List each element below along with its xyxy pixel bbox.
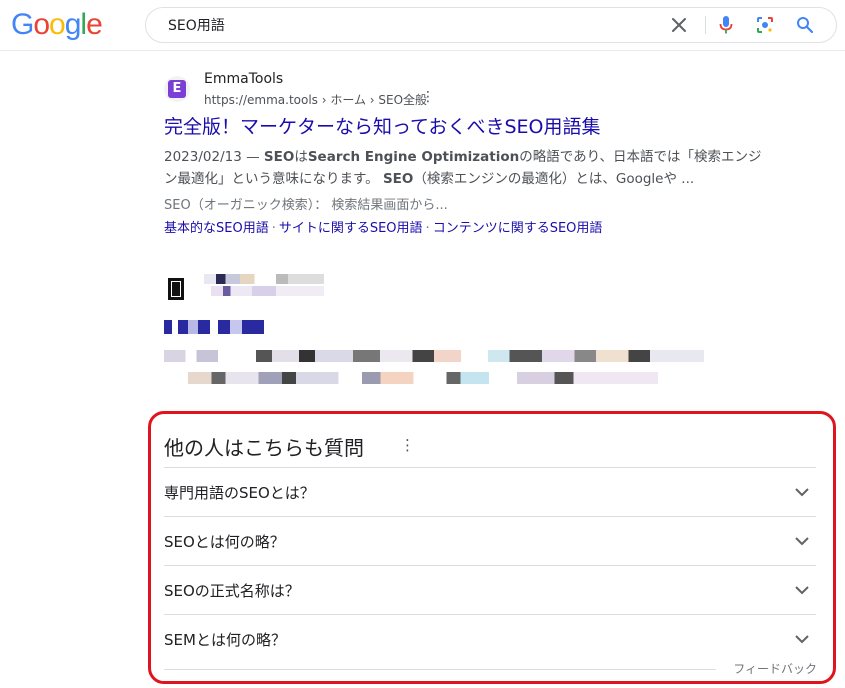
paa-divider [164,669,716,670]
chevron-down-icon [795,635,809,644]
snippet-bold: SEO [382,171,414,187]
header: Google [0,0,845,51]
result-snippet-extra: SEO（オーガニック検索）： 検索結果画面から... [164,198,448,213]
logo-letter: g [64,8,82,41]
sitelink[interactable]: コンテンツに関するSEO用語 [433,221,603,236]
logo-letter: o [33,8,50,41]
search-divider [705,16,706,34]
snippet-text: （検索エンジンの最適化）とは、Googleや ... [413,171,695,187]
paa-question[interactable]: SEOの正式名称は？ [164,566,816,614]
chevron-down-icon [795,586,809,595]
result-title-link[interactable]: 完全版！マーケターなら知っておくべきSEO用語集 [164,114,764,140]
paa-question[interactable]: SEOとは何の略？ [164,517,816,565]
more-options-icon[interactable]: ⋮ [421,89,435,105]
snippet-bold: SEO [263,149,295,165]
google-logo[interactable]: Google [11,8,103,42]
microphone-icon[interactable] [713,12,739,38]
search-input[interactable] [168,8,648,42]
logo-letter: o [49,8,66,41]
snippet-bold: Search Engine Optimization [307,149,520,165]
paa-heading: 他の人はこちらも質問 [164,436,364,460]
paa-question-text: SEOとは何の略？ [164,533,285,551]
sitelinks: 基本的なSEO用語 · サイトに関するSEO用語 · コンテンツに関するSEO用語 [164,217,764,236]
result-snippet: 2023/02/13 — SEOはSearch Engine Optimizat… [164,146,764,190]
camera-lens-icon[interactable] [752,12,778,38]
chevron-down-icon [795,488,809,497]
site-favicon: E [164,76,190,102]
search-box [145,7,837,43]
snippet-date: 2023/02/13 — [164,149,264,165]
paa-question[interactable]: SEMとは何の略？ [164,615,816,663]
feedback-link[interactable]: フィードバック [733,660,817,677]
sitelink-separator: · [425,221,430,236]
logo-letter: G [11,8,34,41]
site-url[interactable]: https://emma.tools › ホーム › SEO全般 [204,91,427,108]
site-name[interactable]: EmmaTools [204,71,283,87]
search-icon[interactable] [792,12,818,38]
sitelink[interactable]: 基本的なSEO用語 [164,221,269,236]
paa-question-text: SEMとは何の略？ [164,631,286,649]
paa-more-options-icon[interactable]: ⋮ [400,436,415,454]
chevron-down-icon [795,537,809,546]
sitelink[interactable]: サイトに関するSEO用語 [279,221,423,236]
pixelated-result [164,270,724,390]
search-result: E EmmaTools https://emma.tools › ホーム › S… [164,70,764,236]
snippet-text: は [294,149,308,165]
logo-letter: e [86,8,103,41]
site-info[interactable]: E EmmaTools https://emma.tools › ホーム › S… [164,70,764,108]
sitelink-separator: · [271,221,276,236]
paa-question[interactable]: 専門用語のSEOとは？ [164,468,816,516]
paa-question-text: 専門用語のSEOとは？ [164,484,315,502]
favicon-letter: E [168,80,186,98]
clear-icon[interactable] [666,12,692,38]
paa-question-text: SEOの正式名称は？ [164,582,300,600]
